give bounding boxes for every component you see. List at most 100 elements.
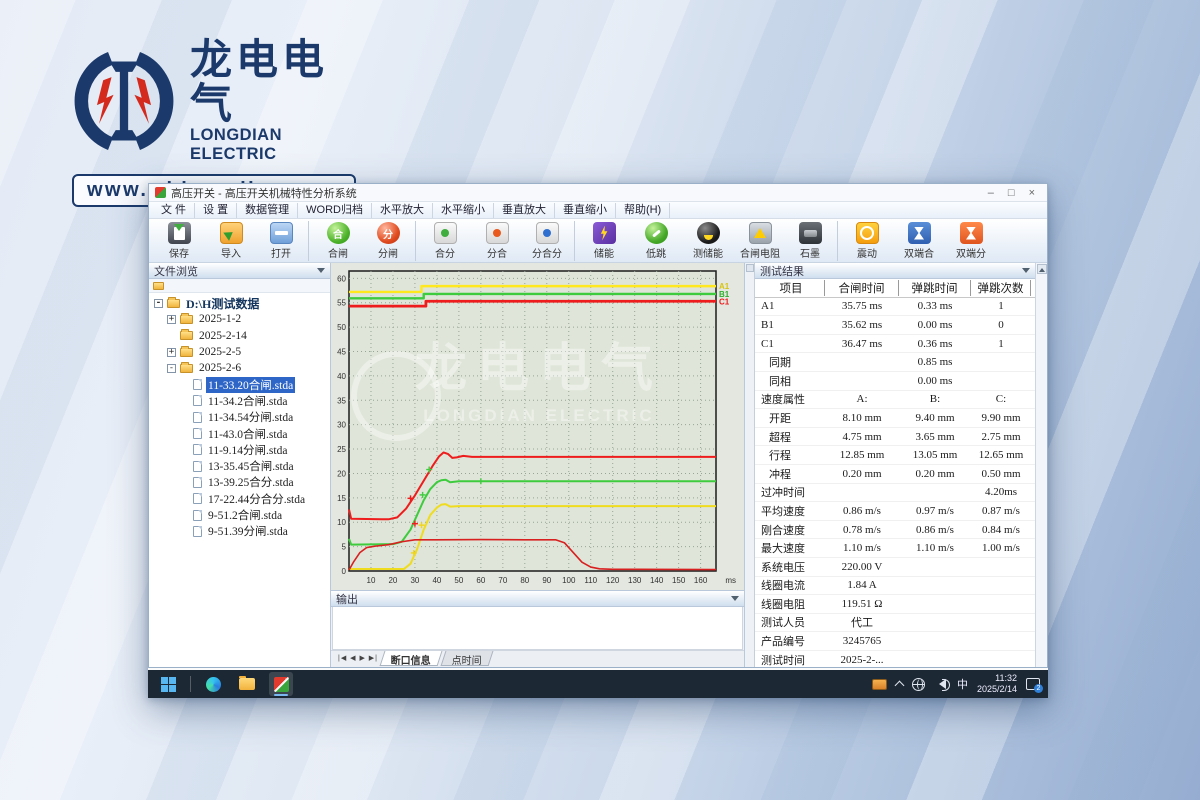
collapse-icon[interactable]: - — [167, 364, 176, 373]
tree-item-file[interactable]: 11-34.2合闸.stda — [149, 393, 330, 409]
results-row-label: 同相 — [755, 373, 825, 389]
tree-item-file[interactable]: 11-33.20合闸.stda — [149, 376, 330, 392]
energy-icon — [593, 222, 616, 244]
menu-item[interactable]: 垂直缩小 — [555, 203, 616, 218]
tree-item-label: 11-34.54分闸.stda — [206, 409, 295, 425]
toolbar-button-open-op[interactable]: 分分闸 — [364, 221, 416, 261]
tree-item-file[interactable]: 17-22.44分合分.stda — [149, 491, 330, 507]
expand-icon[interactable]: + — [167, 315, 176, 324]
toolbar-button-oc[interactable]: 分合 — [471, 221, 523, 261]
results-cell: 0.86 m/s — [825, 505, 899, 517]
output-log-area[interactable] — [332, 607, 743, 650]
toolbar-button-open[interactable]: 打开 — [257, 221, 309, 261]
toolbar-button-oco[interactable]: 分合分 — [523, 221, 575, 261]
results-row-label: 过冲时间 — [755, 484, 825, 500]
tray-app-icon[interactable] — [872, 679, 887, 690]
tree-item-folder[interactable]: -2025-2-6 — [149, 360, 330, 376]
toolbar-button-resistor[interactable]: 合闸电阻 — [734, 221, 786, 261]
tree-item-folder[interactable]: +2025-1-2 — [149, 311, 330, 327]
results-row: 最大速度1.10 m/s1.10 m/s1.00 m/s — [755, 539, 1035, 558]
tree-item-file[interactable]: 13-39.25合分.stda — [149, 474, 330, 490]
collapse-icon[interactable] — [731, 596, 739, 605]
toolbar-button-label: 分闸 — [378, 245, 398, 260]
file-explorer-button[interactable] — [235, 672, 259, 696]
toolbar-button-lowtrip[interactable]: 低跳 — [630, 221, 682, 261]
oco-icon — [536, 222, 559, 244]
minimize-button[interactable]: – — [988, 186, 994, 200]
tray-expand-icon[interactable] — [895, 681, 905, 691]
results-cell: 1 — [971, 300, 1031, 312]
tab-nav-arrows[interactable]: |◀ ◀ ▶ ▶| — [334, 651, 382, 667]
window-vertical-scrollbar[interactable] — [1035, 263, 1047, 667]
menu-item[interactable]: 水平放大 — [372, 203, 433, 218]
menu-item[interactable]: 设 置 — [195, 203, 237, 218]
toolbar-button-graphite[interactable]: 石墨 — [786, 221, 838, 261]
tab-point-time[interactable]: 点时间 — [441, 651, 494, 666]
results-cell: 0.78 m/s — [825, 524, 899, 536]
results-column-header: 项目 — [755, 280, 825, 296]
results-cell: 13.05 mm — [899, 449, 971, 461]
save-icon — [168, 222, 191, 244]
edge-browser-button[interactable] — [201, 672, 225, 696]
dual-open-icon — [960, 222, 983, 244]
toolbar-button-save[interactable]: 保存 — [153, 221, 205, 261]
oc-icon — [486, 222, 509, 244]
tree-item-file[interactable]: 11-43.0合闸.stda — [149, 425, 330, 441]
tree-item-file[interactable]: 13-35.45合闸.stda — [149, 458, 330, 474]
tree-item-file[interactable]: 9-51.39分闸.stda — [149, 523, 330, 539]
toolbar-button-vibration[interactable]: 震动 — [841, 221, 893, 261]
menu-item[interactable]: 水平缩小 — [433, 203, 494, 218]
network-icon[interactable] — [912, 678, 925, 691]
hv-switch-app-button[interactable] — [269, 672, 293, 696]
toolbar-button-dual-close[interactable]: 双端合 — [893, 221, 945, 261]
toolbar-button-close-op[interactable]: 合合闸 — [312, 221, 364, 261]
results-row-label: 开距 — [755, 410, 825, 426]
results-row: 行程12.85 mm13.05 mm12.65 mm — [755, 446, 1035, 465]
toolbar-button-dual-open[interactable]: 双端分 — [945, 221, 997, 261]
results-row: C136.47 ms0.36 ms1 — [755, 335, 1035, 354]
chart-vertical-scrollbar[interactable] — [745, 263, 755, 667]
collapse-icon[interactable] — [317, 268, 325, 277]
results-row: 开距8.10 mm9.40 mm9.90 mm — [755, 409, 1035, 428]
tree-item-file[interactable]: 9-51.2合闸.stda — [149, 507, 330, 523]
collapse-icon[interactable] — [1022, 268, 1030, 277]
menu-item[interactable]: WORD归档 — [298, 203, 372, 218]
waveform-chart[interactable]: 龙电电气 LONGDIAN ELECTRIC 10203040506070809… — [331, 263, 744, 591]
menu-item[interactable]: 垂直放大 — [494, 203, 555, 218]
menu-item[interactable]: 帮助(H) — [616, 203, 670, 218]
ime-indicator[interactable]: 中 — [957, 676, 968, 692]
clock-time: 11:32 — [977, 673, 1017, 684]
expand-icon[interactable]: + — [167, 348, 176, 357]
maximize-button[interactable]: □ — [1008, 186, 1015, 200]
results-cell: 2.75 mm — [971, 431, 1031, 443]
toolbar-button-import[interactable]: 导入 — [205, 221, 257, 261]
svg-text:20: 20 — [337, 469, 346, 478]
toolbar-button-co[interactable]: 合分 — [419, 221, 471, 261]
results-row-label: 线圈电流 — [755, 577, 825, 593]
output-title: 输出 — [336, 591, 358, 607]
folder-icon[interactable] — [153, 282, 164, 290]
notification-button[interactable]: 2 — [1026, 678, 1040, 690]
toolbar-button-label: 双端分 — [956, 245, 986, 260]
start-button[interactable] — [156, 672, 180, 696]
tree-item-folder[interactable]: +2025-2-5 — [149, 344, 330, 360]
tree-item-file[interactable]: 11-34.54分闸.stda — [149, 409, 330, 425]
file-icon — [193, 444, 202, 455]
clock[interactable]: 11:32 2025/2/14 — [977, 673, 1017, 696]
tree-item-folder[interactable]: 2025-2-14 — [149, 328, 330, 344]
results-row: 线圈电流1.84 A — [755, 577, 1035, 596]
menu-item[interactable]: 文 件 — [153, 203, 195, 218]
results-header-row: 项目合闸时间弹跳时间弹跳次数 — [755, 279, 1035, 298]
file-icon — [193, 412, 202, 423]
results-row: 过冲时间4.20ms — [755, 484, 1035, 503]
tree-item-label: D:\H测试数据 — [184, 295, 261, 312]
tree-item-folder[interactable]: - D:\H测试数据 — [149, 295, 330, 311]
collapse-icon[interactable]: - — [154, 299, 163, 308]
toolbar-button-energy[interactable]: 储能 — [578, 221, 630, 261]
tree-item-file[interactable]: 11-9.14分闸.stda — [149, 442, 330, 458]
toolbar-button-measure-energy[interactable]: 测储能 — [682, 221, 734, 261]
close-button[interactable]: × — [1029, 186, 1035, 200]
volume-icon[interactable] — [934, 679, 946, 689]
tab-break-info[interactable]: 断口信息 — [380, 651, 443, 666]
menu-item[interactable]: 数据管理 — [237, 203, 298, 218]
